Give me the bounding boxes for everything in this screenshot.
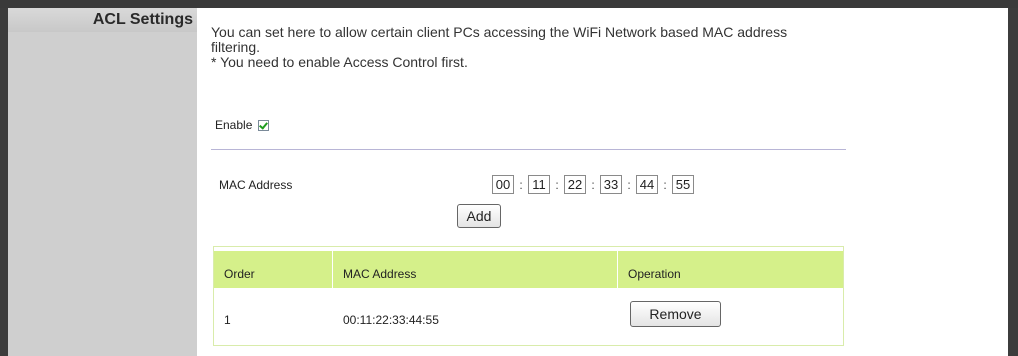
- mac-separator: :: [519, 177, 523, 192]
- top-border: [0, 0, 1018, 8]
- enable-label: Enable: [215, 118, 253, 132]
- mac-separator: :: [663, 177, 667, 192]
- add-button[interactable]: Add: [457, 204, 501, 228]
- divider: [211, 149, 846, 150]
- enable-row: Enable: [215, 118, 270, 132]
- column-header-order: Order: [224, 267, 255, 281]
- acl-table: Order MAC Address Operation 1 00:11:22:3…: [213, 246, 844, 346]
- main-content: You can set here to allow certain client…: [197, 8, 1008, 356]
- mac-separator: :: [591, 177, 595, 192]
- mac-separator: :: [555, 177, 559, 192]
- sidebar: ACL Settings: [8, 8, 197, 356]
- table-header: Order MAC Address Operation: [214, 251, 843, 288]
- mac-octet-input-1[interactable]: 00: [492, 175, 514, 194]
- column-separator: [617, 251, 618, 288]
- description-line: You can set here to allow certain client…: [211, 24, 788, 40]
- mac-octet-input-3[interactable]: 22: [564, 175, 586, 194]
- enable-checkbox[interactable]: [258, 119, 270, 131]
- description-note: * You need to enable Access Control firs…: [211, 54, 468, 70]
- mac-octet-input-6[interactable]: 55: [672, 175, 694, 194]
- right-border: [1008, 8, 1018, 356]
- description: You can set here to allow certain client…: [211, 25, 971, 70]
- mac-address-input-group: 00 : 11 : 22 : 33 : 44 : 55: [492, 175, 694, 194]
- column-separator: [332, 251, 333, 288]
- section-title: ACL Settings: [8, 8, 197, 32]
- row-order: 1: [224, 313, 231, 327]
- row-mac-address: 00:11:22:33:44:55: [343, 313, 439, 327]
- mac-octet-input-2[interactable]: 11: [528, 175, 550, 194]
- description-line: filtering.: [211, 39, 261, 55]
- column-header-mac-address: MAC Address: [343, 267, 417, 281]
- column-header-operation: Operation: [628, 267, 681, 281]
- mac-address-label: MAC Address: [219, 178, 293, 192]
- mac-octet-input-5[interactable]: 44: [636, 175, 658, 194]
- remove-button[interactable]: Remove: [630, 301, 721, 327]
- mac-octet-input-4[interactable]: 33: [600, 175, 622, 194]
- mac-separator: :: [627, 177, 631, 192]
